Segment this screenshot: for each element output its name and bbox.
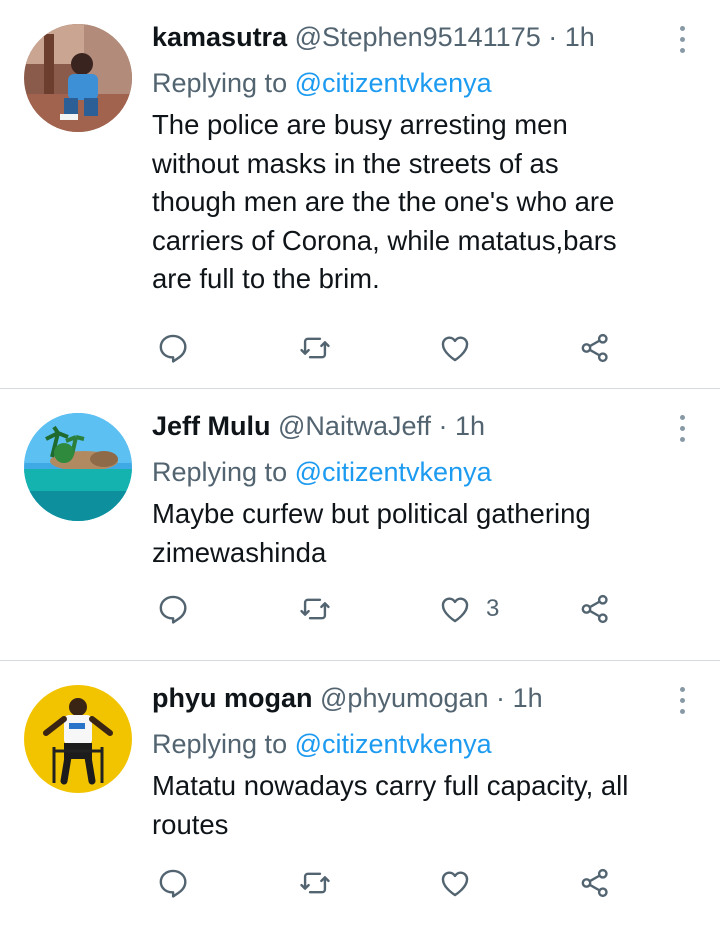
reply-feed: kamasutra @Stephen95141175 · 1h Replying… (0, 0, 720, 929)
action-bar (152, 328, 720, 368)
replying-to: Replying to @citizentvkenya (152, 727, 698, 761)
share-button[interactable] (578, 328, 612, 368)
reply-button[interactable] (156, 328, 190, 368)
timestamp[interactable]: 1h (513, 683, 543, 713)
share-icon (581, 868, 608, 898)
retweet-button[interactable] (298, 863, 332, 903)
avatar[interactable] (24, 413, 132, 521)
like-button[interactable] (438, 863, 486, 903)
replying-prefix: Replying to (152, 68, 288, 98)
avatar[interactable] (24, 685, 132, 793)
share-icon (581, 333, 608, 363)
user-handle[interactable]: @Stephen95141175 (295, 22, 541, 52)
display-name[interactable]: kamasutra (152, 22, 287, 52)
reply-icon (159, 334, 187, 363)
separator: · (548, 22, 558, 52)
mention-link[interactable]: @citizentvkenya (295, 457, 492, 487)
like-button[interactable] (438, 328, 486, 368)
retweet-button[interactable] (298, 328, 332, 368)
separator: · (496, 683, 506, 713)
more-options-icon[interactable] (678, 687, 686, 717)
tweet-text: The police are busy arresting men withou… (152, 109, 617, 294)
tweet[interactable]: Jeff Mulu @NaitwaJeff · 1h Replying to @… (0, 389, 720, 661)
heart-icon (441, 336, 469, 362)
replying-to: Replying to @citizentvkenya (152, 455, 698, 489)
timestamp[interactable]: 1h (565, 22, 595, 52)
retweet-icon (300, 598, 330, 620)
tweet-header: kamasutra @Stephen95141175 · 1h (152, 20, 698, 54)
heart-icon (441, 597, 469, 623)
tweet-text: Matatu nowadays carry full capacity, all… (152, 770, 629, 840)
user-handle[interactable]: @phyumogan (320, 683, 489, 713)
more-options-icon[interactable] (678, 26, 686, 56)
action-bar: 3 (152, 589, 720, 629)
retweet-button[interactable] (298, 589, 332, 629)
reply-icon (159, 869, 187, 898)
separator: · (438, 411, 448, 441)
like-button[interactable]: 3 (438, 589, 499, 629)
retweet-icon (300, 337, 330, 359)
display-name[interactable]: Jeff Mulu (152, 411, 271, 441)
more-options-icon[interactable] (678, 415, 686, 445)
action-bar (152, 863, 720, 903)
user-handle[interactable]: @NaitwaJeff (278, 411, 431, 441)
display-name[interactable]: phyu mogan (152, 683, 313, 713)
tweet-text: Maybe curfew but political gathering zim… (152, 498, 591, 568)
replying-prefix: Replying to (152, 729, 288, 759)
share-button[interactable] (578, 589, 612, 629)
retweet-icon (300, 872, 330, 894)
heart-icon (441, 871, 469, 897)
tweet-header: phyu mogan @phyumogan · 1h (152, 681, 698, 715)
tweet[interactable]: phyu mogan @phyumogan · 1h Replying to @… (0, 661, 720, 929)
reply-button[interactable] (156, 863, 190, 903)
tweet-header: Jeff Mulu @NaitwaJeff · 1h (152, 409, 698, 443)
mention-link[interactable]: @citizentvkenya (295, 68, 492, 98)
like-count: 3 (486, 595, 500, 622)
share-icon (581, 594, 608, 624)
timestamp[interactable]: 1h (455, 411, 485, 441)
reply-button[interactable] (156, 589, 190, 629)
avatar[interactable] (24, 24, 132, 132)
mention-link[interactable]: @citizentvkenya (295, 729, 492, 759)
tweet[interactable]: kamasutra @Stephen95141175 · 1h Replying… (0, 0, 720, 389)
replying-to: Replying to @citizentvkenya (152, 66, 698, 100)
share-button[interactable] (578, 863, 612, 903)
reply-icon (159, 595, 187, 624)
replying-prefix: Replying to (152, 457, 288, 487)
